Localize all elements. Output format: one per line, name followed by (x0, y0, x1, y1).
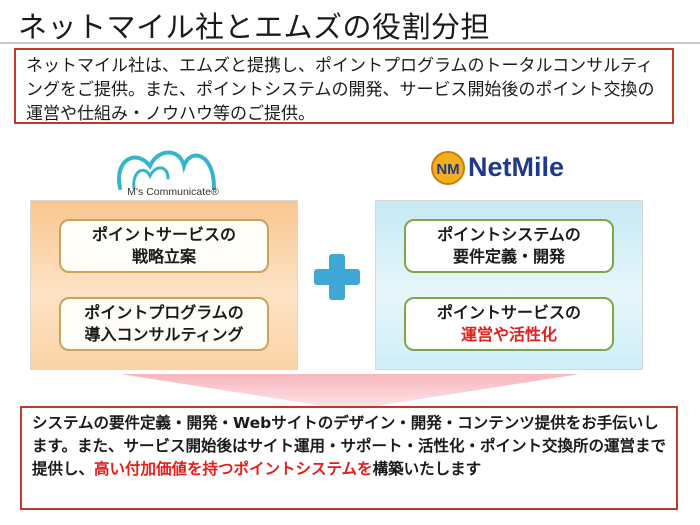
netmile-logo: NM NetMile (430, 150, 590, 190)
summary-text2: 構築いたします (372, 460, 482, 478)
consulting-card-line1: ポイントプログラムの (84, 303, 244, 322)
ms-communicate-panel: ポイントサービスの 戦略立案 ポイントプログラムの 導入コンサルティング (30, 200, 298, 370)
summary-box: システムの要件定義・開発・Webサイトのデザイン・開発・コンテンツ提供をお手伝い… (20, 406, 678, 510)
netmile-logo-mark: NM (436, 161, 459, 178)
operation-card-line1: ポイントサービスの (436, 303, 581, 322)
netmile-logo-icon: NM (431, 151, 465, 185)
ms-communicate-logo-caption: M's Communicate® (127, 186, 219, 198)
page-title: ネットマイル社とエムズの役割分担 (18, 10, 491, 44)
operation-card: ポイントサービスの 運営や活性化 (404, 297, 614, 351)
title-divider (0, 42, 700, 44)
summary-highlight: 高い付加価値を持つポイントシステムを (94, 460, 373, 478)
strategy-card-line1: ポイントサービスの (91, 225, 236, 244)
system-dev-card-line1: ポイントシステムの (437, 225, 581, 244)
operation-card-line2: 運営や活性化 (460, 325, 557, 344)
consulting-card: ポイントプログラムの 導入コンサルティング (59, 297, 269, 351)
strategy-card: ポイントサービスの 戦略立案 (59, 219, 269, 273)
system-dev-card: ポイントシステムの 要件定義・開発 (404, 219, 614, 273)
system-dev-card-line2: 要件定義・開発 (452, 247, 565, 266)
plus-icon (314, 254, 360, 300)
intro-box: ネットマイル社は、エムズと提携し、ポイントプログラムのトータルコンサルティングを… (14, 48, 674, 124)
strategy-card-line2: 戦略立案 (131, 247, 196, 266)
netmile-logo-text: NetMile (468, 152, 565, 182)
consulting-card-line2: 導入コンサルティング (84, 325, 244, 344)
netmile-panel: ポイントシステムの 要件定義・開発 ポイントサービスの 運営や活性化 (375, 200, 643, 370)
down-arrow-icon (120, 374, 580, 410)
